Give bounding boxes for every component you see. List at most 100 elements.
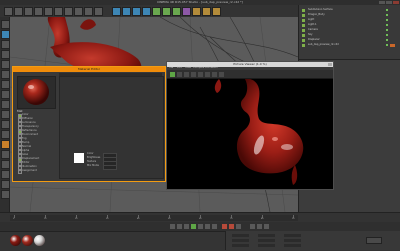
light-icon[interactable] [212, 7, 221, 16]
scale-key-icon[interactable] [257, 224, 262, 229]
close-icon[interactable] [328, 63, 332, 66]
deformer-icon[interactable] [182, 7, 191, 16]
stop-icon[interactable] [177, 72, 182, 77]
left-tool-12-icon[interactable] [1, 130, 10, 139]
object-row[interactable]: Dragon_Body [302, 13, 398, 17]
coordinate-field[interactable] [258, 244, 275, 247]
scene-icon[interactable] [192, 7, 201, 16]
visibility-check-icon[interactable] [386, 14, 388, 16]
object-row[interactable]: Displacer [302, 38, 398, 42]
next-key-icon[interactable] [205, 224, 210, 229]
object-row[interactable]: sub_dep_preview_r2.c4d [302, 43, 398, 47]
camera-icon[interactable] [202, 7, 211, 16]
left-tool-10-icon[interactable] [1, 110, 10, 119]
object-row[interactable]: Subdivision Surface [302, 8, 398, 12]
material-tag-icon[interactable] [390, 44, 395, 47]
pv-menu-animation[interactable]: Animation [205, 66, 218, 69]
apply-button[interactable] [366, 237, 382, 244]
zoom-fit-icon[interactable] [191, 72, 196, 77]
left-tool-18-icon[interactable] [1, 190, 10, 199]
object-row[interactable]: Camera [302, 28, 398, 32]
left-tool-7-icon[interactable] [1, 80, 10, 89]
visibility-check-icon[interactable] [386, 9, 388, 11]
object-row[interactable]: Light.1 [302, 23, 398, 27]
pv-menu-file[interactable]: File [169, 66, 173, 69]
move-icon[interactable] [34, 7, 43, 16]
render-settings-icon[interactable] [132, 7, 141, 16]
left-tool-2-icon[interactable] [1, 30, 10, 39]
scale-icon[interactable] [44, 7, 53, 16]
render-icon[interactable] [170, 72, 175, 77]
material-thumbnail[interactable] [34, 235, 45, 246]
channel-item[interactable]: Assignment [18, 169, 48, 174]
left-tool-9-icon[interactable] [1, 100, 10, 109]
next-frame-icon[interactable] [198, 224, 203, 229]
record-icon[interactable] [222, 224, 227, 229]
axis-y-icon[interactable] [74, 7, 83, 16]
left-tool-14-icon[interactable] [1, 150, 10, 159]
region-render-icon[interactable] [212, 72, 217, 77]
field-input[interactable] [103, 165, 117, 170]
color-swatch[interactable] [74, 153, 84, 163]
channel-icon[interactable] [219, 72, 224, 77]
left-tool-5-icon[interactable] [1, 60, 10, 69]
coordinate-field[interactable] [284, 239, 301, 242]
redo-icon[interactable] [14, 7, 23, 16]
save-icon[interactable] [184, 72, 189, 77]
keyframe-selection-icon[interactable] [236, 224, 241, 229]
coordinate-field[interactable] [258, 234, 275, 237]
previous-key-icon[interactable] [177, 224, 182, 229]
left-tool-13-icon[interactable] [1, 140, 10, 149]
left-tool-15-icon[interactable] [1, 160, 10, 169]
visibility-check-icon[interactable] [386, 19, 388, 21]
coordinate-field[interactable] [284, 244, 301, 247]
pen-icon[interactable] [152, 7, 161, 16]
coordinate-field[interactable] [284, 234, 301, 237]
rotation-key-icon[interactable] [264, 224, 269, 229]
maximize-icon[interactable] [386, 1, 392, 4]
visibility-check-icon[interactable] [386, 39, 388, 41]
left-tool-11-icon[interactable] [1, 120, 10, 129]
left-tool-4-icon[interactable] [1, 50, 10, 59]
left-tool-6-icon[interactable] [1, 70, 10, 79]
coordinate-field[interactable] [232, 234, 249, 237]
go-to-start-icon[interactable] [170, 224, 175, 229]
visibility-check-icon[interactable] [386, 24, 388, 26]
coordinate-field[interactable] [232, 244, 249, 247]
render-picture-icon[interactable] [122, 7, 131, 16]
left-tool-16-icon[interactable] [1, 170, 10, 179]
material-thumbnail[interactable] [10, 235, 21, 246]
left-tool-8-icon[interactable] [1, 90, 10, 99]
material-thumbnail[interactable] [22, 235, 33, 246]
go-to-end-icon[interactable] [212, 224, 217, 229]
minimize-icon[interactable] [379, 1, 385, 4]
zoom-icon[interactable] [198, 72, 203, 77]
left-tool-1-icon[interactable] [1, 20, 10, 29]
play-icon[interactable] [191, 224, 196, 229]
select-icon[interactable] [24, 7, 33, 16]
object-row[interactable]: Sky [302, 33, 398, 37]
left-tool-3-icon[interactable] [1, 40, 10, 49]
material-editor-title-bar[interactable]: Material Editor [13, 67, 165, 72]
pv-menu-edit[interactable]: Edit [177, 66, 182, 69]
subdivision-icon[interactable] [162, 7, 171, 16]
previous-frame-icon[interactable] [184, 224, 189, 229]
render-view-icon[interactable] [112, 7, 121, 16]
undo-icon[interactable] [4, 7, 13, 16]
autokey-icon[interactable] [229, 224, 234, 229]
coordinate-field[interactable] [232, 239, 249, 242]
timeline-ruler[interactable]: 0 10 20 30 40 50 60 70 80 90 [10, 215, 298, 221]
object-row[interactable]: Light [302, 18, 398, 22]
pv-menu-view[interactable]: View [185, 66, 191, 69]
left-tool-17-icon[interactable] [1, 180, 10, 189]
visibility-check-icon[interactable] [386, 44, 388, 46]
rotate-icon[interactable] [54, 7, 63, 16]
cube-icon[interactable] [142, 7, 151, 16]
pv-menu-compare[interactable]: Compare [193, 66, 204, 69]
close-icon[interactable] [393, 1, 399, 4]
visibility-check-icon[interactable] [386, 29, 388, 31]
array-icon[interactable] [172, 7, 181, 16]
visibility-check-icon[interactable] [386, 34, 388, 36]
coordinate-field[interactable] [258, 239, 275, 242]
axis-x-icon[interactable] [64, 7, 73, 16]
